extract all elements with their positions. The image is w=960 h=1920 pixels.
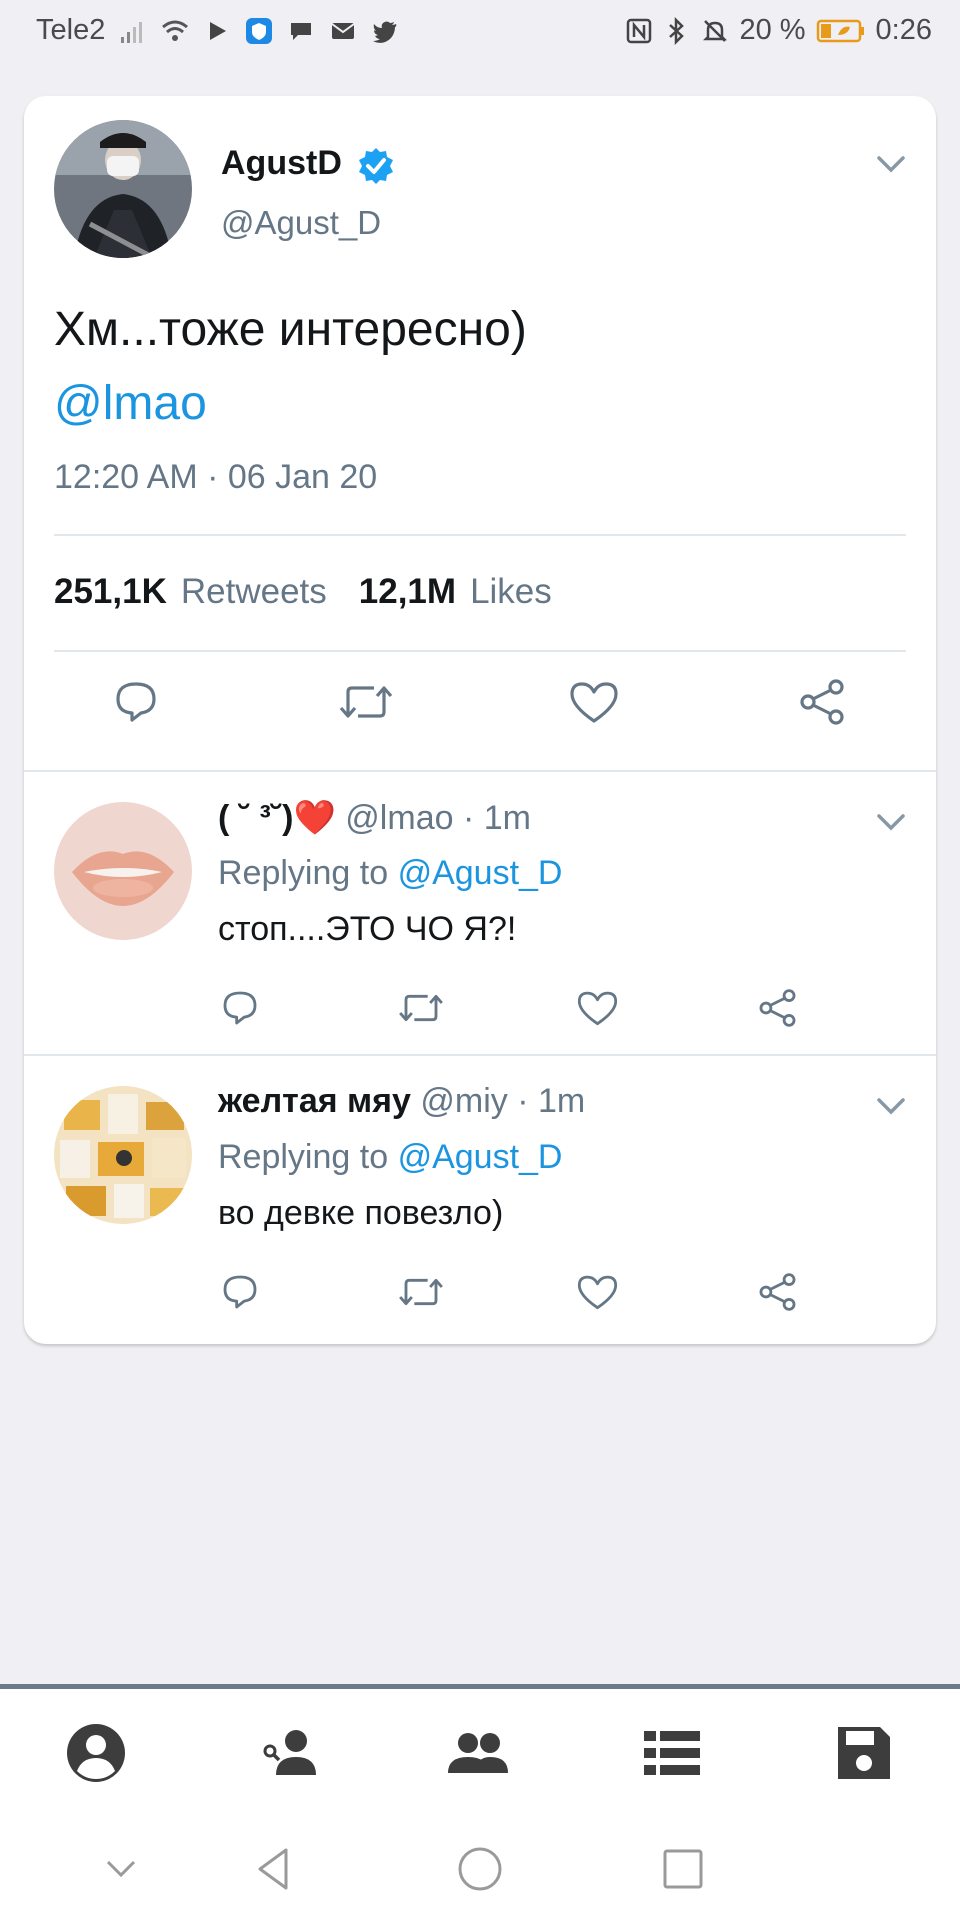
- reply-author-meta[interactable]: @miy · 1m: [420, 1082, 585, 1120]
- tweet-timestamp: 12:20 AM · 06 Jan 20: [54, 458, 378, 496]
- chevron-down-icon[interactable]: [876, 1096, 906, 1116]
- battery-icon: [816, 17, 866, 45]
- profile-icon[interactable]: [64, 1721, 128, 1785]
- mention-link[interactable]: @lmao: [54, 376, 207, 431]
- replying-to-line: Replying to @Agust_D: [218, 1138, 562, 1177]
- mail-icon: [329, 17, 357, 45]
- author-handle[interactable]: @Agust_D: [221, 204, 381, 242]
- mute-icon: [701, 17, 729, 45]
- wifi-icon: [161, 17, 189, 45]
- divider: [54, 650, 906, 652]
- divider: [54, 534, 906, 536]
- carrier-label: Tele2: [36, 14, 106, 46]
- reply-text: стоп....ЭТО ЧО Я?!: [218, 910, 517, 948]
- signal-icon: [119, 17, 147, 45]
- reply-author-meta[interactable]: @lmao · 1m: [345, 799, 531, 837]
- reply-icon[interactable]: [220, 988, 260, 1028]
- retweets-label[interactable]: Retweets: [181, 572, 327, 612]
- clock: 0:26: [875, 14, 932, 46]
- group-icon[interactable]: [446, 1721, 510, 1785]
- replying-to-link[interactable]: @Agust_D: [398, 854, 563, 892]
- tweet-separator: [24, 770, 936, 772]
- share-icon[interactable]: [756, 1272, 799, 1312]
- find-people-icon[interactable]: [258, 1721, 322, 1785]
- retweet-icon[interactable]: [396, 1272, 446, 1312]
- twitter-icon: [371, 17, 399, 45]
- bluetooth-icon: [663, 16, 691, 45]
- like-icon[interactable]: [568, 678, 620, 726]
- retweet-icon[interactable]: [396, 988, 446, 1028]
- status-bar: Tele2 20 % 0:26: [0, 0, 960, 64]
- chat-icon: [287, 17, 315, 45]
- tweet-text: Хм...тоже интересно): [54, 303, 527, 356]
- verified-badge-icon: [356, 146, 396, 186]
- share-icon[interactable]: [796, 678, 848, 726]
- tweet-separator: [24, 1054, 936, 1056]
- reply-text: во девке повезло): [218, 1194, 504, 1232]
- shield-app-icon: [245, 17, 273, 45]
- recents-icon[interactable]: [658, 1844, 708, 1894]
- retweet-icon[interactable]: [336, 678, 396, 726]
- reply-avatar[interactable]: [54, 802, 192, 940]
- reply-icon[interactable]: [220, 1272, 260, 1312]
- author-avatar[interactable]: [54, 120, 192, 258]
- reply-author-name[interactable]: ( ˘ ³˘)❤️: [218, 799, 336, 837]
- chevron-down-icon[interactable]: [876, 154, 906, 174]
- like-icon[interactable]: [576, 1272, 619, 1312]
- replying-to-label: Replying to: [218, 854, 389, 892]
- reply-author-name[interactable]: желтая мяу: [218, 1082, 411, 1120]
- reply-avatar[interactable]: [54, 1086, 192, 1224]
- list-icon[interactable]: [640, 1721, 704, 1785]
- reply-icon[interactable]: [112, 678, 160, 726]
- likes-label[interactable]: Likes: [470, 572, 552, 612]
- likes-count[interactable]: 12,1M: [359, 572, 456, 612]
- replying-to-line: Replying to @Agust_D: [218, 854, 562, 893]
- retweets-count[interactable]: 251,1K: [54, 572, 167, 612]
- play-icon: [203, 17, 231, 45]
- hide-keyboard-icon[interactable]: [96, 1844, 146, 1894]
- tweet-stats: 251,1K Retweets 12,1M Likes: [54, 572, 570, 612]
- replying-to-link[interactable]: @Agust_D: [398, 1138, 563, 1176]
- save-icon[interactable]: [832, 1721, 896, 1785]
- home-icon[interactable]: [455, 1844, 505, 1894]
- reply-author[interactable]: желтая мяу @miy · 1m: [218, 1082, 585, 1121]
- nfc-icon: [625, 17, 653, 45]
- author-name[interactable]: AgustD: [221, 144, 342, 183]
- tweet-card: AgustD @Agust_D Хм...тоже интересно) @lm…: [24, 96, 936, 1344]
- bottom-navigation: [0, 1684, 960, 1823]
- share-icon[interactable]: [756, 988, 799, 1028]
- like-icon[interactable]: [576, 988, 619, 1028]
- reply-author[interactable]: ( ˘ ³˘)❤️ @lmao · 1m: [218, 798, 531, 838]
- replying-to-label: Replying to: [218, 1138, 389, 1176]
- chevron-down-icon[interactable]: [876, 812, 906, 832]
- battery-percent: 20 %: [739, 14, 806, 46]
- back-icon[interactable]: [250, 1844, 300, 1894]
- system-navigation: [0, 1818, 960, 1920]
